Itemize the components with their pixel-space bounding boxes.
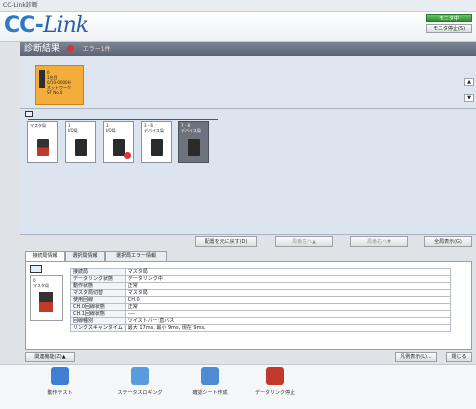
- action-label: ステータスロギング: [117, 390, 163, 396]
- detail-station-label: 0 マスタ局: [33, 278, 49, 288]
- pc-icon: [25, 111, 33, 117]
- error-count: エラー1件: [82, 46, 111, 53]
- master-info: 0 1台目 0/10-0000H ネットワーク ST No.0: [47, 70, 71, 95]
- show-all-button[interactable]: 全局表示(G): [424, 236, 472, 247]
- detail-station-card: 0 マスタ局: [30, 275, 63, 321]
- action-label: 確認シート作成: [192, 390, 228, 396]
- station-label: 3 - 6 デバイス局: [144, 123, 164, 133]
- table-row: リンクスキャンタイム 最大 17ms, 最小 9ms, 現在 9ms,: [70, 324, 451, 332]
- property-value: ----: [124, 310, 451, 318]
- action-item[interactable]: データリンク停止: [245, 367, 305, 407]
- property-key: マスタ局切替: [70, 289, 126, 297]
- logo-suffix: Link: [42, 13, 89, 38]
- station-card[interactable]: 1 I/O局: [65, 121, 96, 163]
- property-key: 使用回線: [70, 296, 126, 304]
- station-properties-table: 接続局 マスタ局 データリンク状態 データリンク中 動作状態 正常 マスタ局切替 マスタ局 使用…: [70, 268, 451, 332]
- master-info-line: ST No.0: [47, 90, 63, 95]
- cc-link-logo: CC-Link: [4, 13, 89, 38]
- monitoring-indicator[interactable]: モニタ中: [426, 14, 472, 22]
- station-label: 1 I/O局: [68, 123, 78, 133]
- restore-layout-button[interactable]: 配置を元に戻す(D): [195, 236, 257, 247]
- module-icon: [75, 139, 87, 156]
- table-row: データリンク状態 データリンク中: [70, 275, 451, 283]
- logo-prefix: CC-: [4, 13, 44, 38]
- master-area: [20, 56, 476, 109]
- error-icon: [66, 45, 74, 52]
- table-row: 回線種別 ツイストバー:直バス: [70, 317, 451, 325]
- property-value: CH.0: [124, 296, 451, 304]
- property-value: データリンク中: [124, 275, 451, 283]
- station-card[interactable]: 3 - 6 デバイス局: [141, 121, 172, 163]
- table-row: 動作状態 正常: [70, 282, 451, 290]
- diagnosis-result-bar: 診断結果 エラー1件: [20, 42, 476, 56]
- module-icon: [151, 139, 163, 156]
- diagnosis-title: 診断結果: [24, 44, 61, 54]
- table-row: 接続局 マスタ局: [70, 268, 451, 276]
- action-label: データリンク停止: [254, 390, 295, 396]
- computer-icon: [30, 265, 42, 273]
- move-right-button[interactable]: 局番右へ▼: [350, 236, 408, 247]
- master-station-card[interactable]: 0 1台目 0/10-0000H ネットワーク ST No.0: [35, 65, 84, 105]
- error-icon: [124, 152, 131, 159]
- module-icon: [37, 139, 49, 156]
- table-row: CH.1回線状態 ----: [70, 310, 451, 318]
- related-functions-button[interactable]: 関連機能(Z)▲: [25, 352, 75, 362]
- property-key: CH.1回線状態: [70, 310, 126, 318]
- property-value: マスタ局: [124, 289, 451, 297]
- property-value: 正常: [124, 282, 451, 290]
- property-value: マスタ局: [124, 268, 451, 276]
- property-key: データリンク状態: [70, 275, 126, 283]
- action-item[interactable]: 動作テスト: [30, 367, 90, 407]
- network-line: [28, 119, 218, 120]
- move-left-button[interactable]: 局番左へ▲: [275, 236, 333, 247]
- property-value: 正常: [124, 303, 451, 311]
- scroll-up-button[interactable]: ▲: [464, 78, 474, 86]
- action-icon: [266, 367, 284, 385]
- station-card[interactable]: 3 I/O局: [103, 121, 134, 163]
- property-key: 接続局: [70, 268, 126, 276]
- action-icon: [51, 367, 69, 385]
- close-button[interactable]: 閉じる: [446, 352, 472, 362]
- info-tabs: 接続局情報 選択局情報 選択局エラー情報: [25, 251, 225, 263]
- station-label: 3 I/O局: [106, 123, 116, 133]
- action-label: 動作テスト: [47, 390, 73, 396]
- property-value: 最大 17ms, 最小 9ms, 現在 9ms,: [124, 324, 451, 332]
- station-label: マスタ局: [30, 123, 46, 128]
- table-row: マスタ局切替 マスタ局: [70, 289, 451, 297]
- station-card[interactable]: マスタ局: [27, 121, 58, 163]
- plc-icon: [39, 70, 45, 88]
- station-card[interactable]: 7 - 8 デバイス局: [178, 121, 209, 163]
- property-key: リンクスキャンタイム: [70, 324, 126, 332]
- property-key: 回線種別: [70, 317, 126, 325]
- module-icon: [39, 292, 53, 312]
- action-icon: [131, 367, 149, 385]
- action-item[interactable]: ステータスロギング: [110, 367, 170, 407]
- action-item[interactable]: 確認シート作成: [180, 367, 240, 407]
- window-title: CC-Link診断: [0, 0, 476, 12]
- module-icon: [188, 139, 200, 156]
- property-value: ツイストバー:直バス: [124, 317, 451, 325]
- property-key: CH.0回線状態: [70, 303, 126, 311]
- action-icon: [201, 367, 219, 385]
- station-label: 7 - 8 デバイス局: [181, 123, 201, 133]
- table-row: CH.0回線状態 正常: [70, 303, 451, 311]
- table-row: 使用回線 CH.0: [70, 296, 451, 304]
- property-key: 動作状態: [70, 282, 126, 290]
- scroll-down-button[interactable]: ▼: [464, 94, 474, 102]
- monitor-stop-button[interactable]: モニタ停止(S): [426, 24, 472, 33]
- legend-button[interactable]: 凡例表示(L)...: [395, 352, 437, 362]
